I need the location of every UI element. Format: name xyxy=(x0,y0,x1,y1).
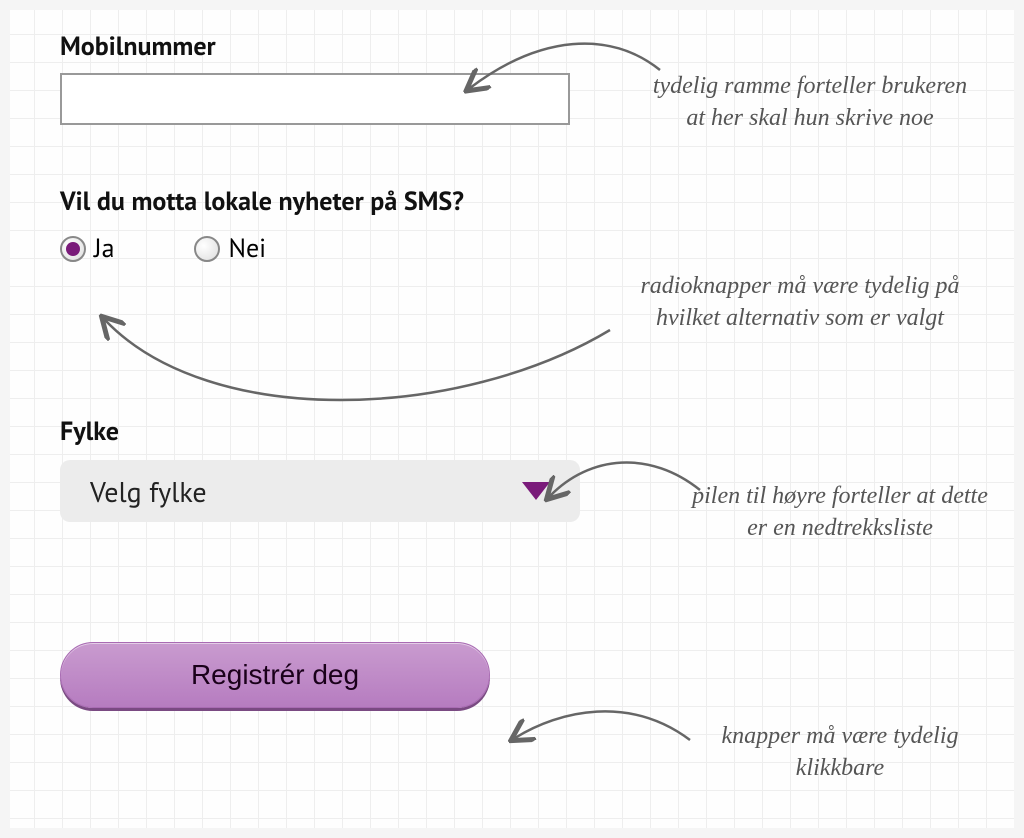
arrow-icon xyxy=(515,711,690,740)
arrow-icon xyxy=(550,462,700,496)
arrow-icon xyxy=(105,320,610,400)
arrow-overlay xyxy=(10,10,1014,828)
arrow-icon xyxy=(470,44,660,88)
wireframe-canvas: Mobilnummer Vil du motta lokale nyheter … xyxy=(10,10,1014,828)
